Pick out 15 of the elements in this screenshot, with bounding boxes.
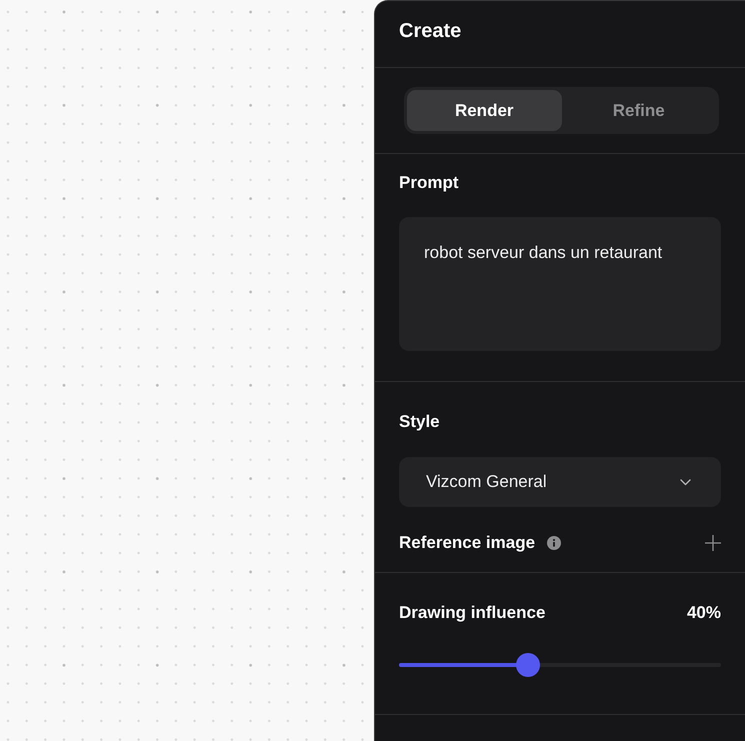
mode-tab[interactable]: Refine [562,90,716,131]
mode-tab[interactable]: Render [407,90,562,131]
drawing-influence-label: Drawing influence [399,602,546,624]
style-dropdown[interactable]: Vizcom General [399,457,721,507]
prompt-field[interactable]: robot serveur dans un retaurant [399,217,721,351]
prompt-label: Prompt [399,172,458,194]
slider-track[interactable] [399,663,721,667]
panel-title: Create [399,20,462,42]
reference-image-label: Reference image [399,532,536,554]
info-icon [547,536,562,550]
slider-thumb[interactable] [516,653,540,677]
plus-icon[interactable] [705,535,721,551]
style-label: Style [399,411,440,433]
chevron-down-icon [680,478,691,486]
drawing-influence-value: 40% [686,602,721,624]
